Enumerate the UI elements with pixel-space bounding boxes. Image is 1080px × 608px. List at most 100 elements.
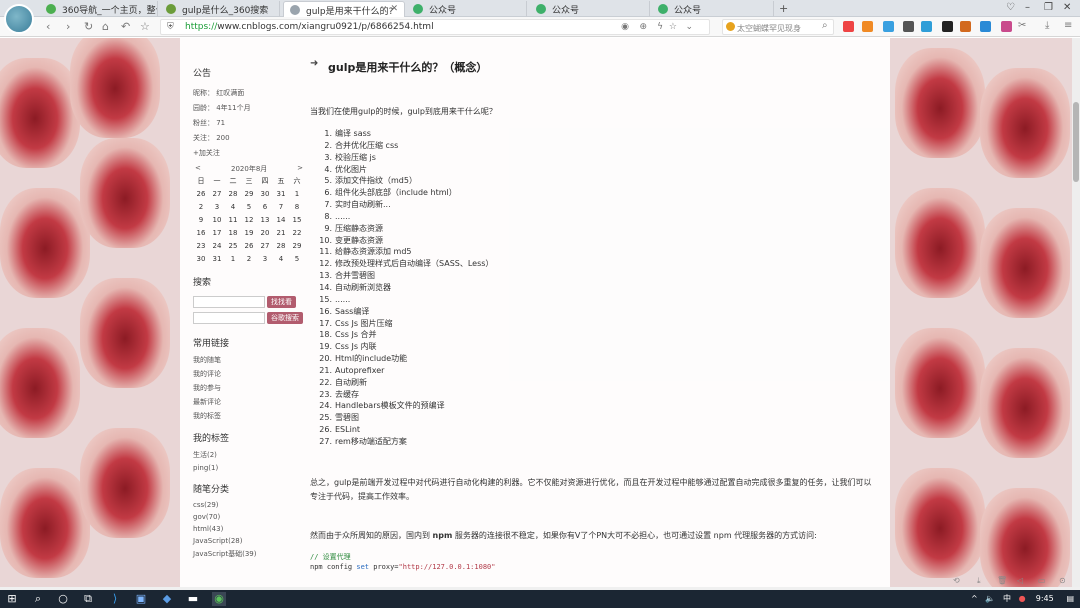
search-icon[interactable]: ⌕ [822, 20, 828, 31]
category-link[interactable]: JavaScript(28) [193, 537, 308, 545]
tag-link[interactable]: ping(1) [193, 464, 308, 472]
calendar-day[interactable]: 16 [193, 226, 209, 239]
tab-360-search[interactable]: gulp是什么_360搜索 [160, 1, 280, 17]
calendar-day[interactable]: 31 [273, 187, 289, 200]
menu-icon[interactable]: ≡ [1064, 20, 1072, 31]
category-link[interactable]: JavaScript基础(39) [193, 549, 308, 559]
calendar-day[interactable]: 20 [257, 226, 273, 239]
browser-taskbar-icon[interactable]: ◉ [212, 592, 226, 606]
category-link[interactable]: css(29) [193, 501, 308, 509]
status-window-icon[interactable]: ▭ [1038, 576, 1046, 585]
profile-fans[interactable]: 粉丝： 71 [193, 118, 308, 128]
sidebar-link[interactable]: 我的随笔 [193, 355, 308, 365]
calendar-day[interactable]: 2 [241, 252, 257, 265]
refresh-button[interactable]: ↻ [84, 20, 93, 33]
extension-icon[interactable] [921, 21, 932, 32]
calendar-day[interactable]: 28 [273, 239, 289, 252]
calendar-day[interactable]: 3 [209, 200, 225, 213]
calendar-day[interactable]: 27 [209, 187, 225, 200]
fox-icon[interactable] [960, 21, 971, 32]
calendar-day[interactable]: 19 [241, 226, 257, 239]
find-button[interactable]: 找找看 [267, 296, 296, 308]
minimize-button[interactable]: – [1025, 2, 1030, 13]
status-trash-icon[interactable]: 🗑 [997, 576, 1007, 585]
tab-wechat-3[interactable]: 公众号 [652, 1, 774, 17]
status-zoom-icon[interactable]: ⊙ [1059, 576, 1066, 585]
undo-close-button[interactable]: ↶ [121, 20, 130, 33]
restore-button[interactable]: ❐ [1044, 2, 1053, 13]
lightning-icon[interactable]: ϟ [657, 22, 663, 32]
screenshot-icon[interactable] [903, 21, 914, 32]
calendar-prev-button[interactable]: < [195, 164, 201, 172]
note-icon[interactable] [1001, 21, 1012, 32]
calendar-day[interactable]: 18 [225, 226, 241, 239]
page-scrollbar[interactable] [1072, 38, 1080, 587]
sidebar-link[interactable]: 最新评论 [193, 397, 308, 407]
status-sound-icon[interactable]: ◁ [1017, 576, 1023, 585]
calendar-day[interactable]: 30 [193, 252, 209, 265]
translate-icon[interactable] [883, 21, 894, 32]
notification-icon[interactable]: ▤ [1066, 594, 1074, 603]
forward-button[interactable]: › [66, 20, 70, 33]
calendar-day[interactable]: 27 [257, 239, 273, 252]
clock[interactable]: 9:45 [1036, 594, 1054, 603]
scrollbar-thumb[interactable] [1073, 102, 1079, 182]
site-search-input[interactable] [193, 296, 265, 308]
search-box[interactable]: 太空蝴蝶罕见现身 [722, 19, 834, 35]
calendar-day[interactable]: 17 [209, 226, 225, 239]
calendar-day[interactable]: 12 [241, 213, 257, 226]
browser-logo-icon[interactable] [4, 4, 34, 34]
address-bar[interactable]: ⛨ https://www.cnblogs.com/xiangru0921/p/… [160, 19, 710, 35]
calendar-day[interactable]: 24 [209, 239, 225, 252]
calendar-next-button[interactable]: > [297, 164, 303, 172]
calendar-day[interactable]: 30 [257, 187, 273, 200]
status-share-icon[interactable]: ⟲ [953, 576, 960, 585]
profile-follow[interactable]: 关注： 200 [193, 133, 308, 143]
calendar-day[interactable]: 15 [289, 213, 305, 226]
tab-gulp-article[interactable]: gulp是用来干什么的? ✕ [283, 1, 405, 17]
calendar-day[interactable]: 22 [289, 226, 305, 239]
terminal-icon[interactable]: ▬ [186, 592, 200, 606]
vscode-icon[interactable]: ⟩ [108, 592, 122, 606]
calendar-day[interactable]: 13 [257, 213, 273, 226]
calendar-day[interactable]: 4 [225, 200, 241, 213]
cloud-icon[interactable] [980, 21, 991, 32]
article-title[interactable]: gulp是用来干什么的？（概念） [328, 59, 487, 75]
sidebar-link[interactable]: 我的参与 [193, 383, 308, 393]
calendar-day[interactable]: 10 [209, 213, 225, 226]
calendar-day[interactable]: 29 [289, 239, 305, 252]
app-icon[interactable]: ▣ [134, 592, 148, 606]
back-button[interactable]: ‹ [46, 20, 50, 33]
app-grid-icon[interactable] [843, 21, 854, 32]
messenger-icon[interactable]: ◆ [160, 592, 174, 606]
zoom-icon[interactable]: ⊕ [639, 22, 647, 32]
calendar-day[interactable]: 26 [193, 187, 209, 200]
close-tab-icon[interactable]: ✕ [390, 4, 398, 14]
site-info-icon[interactable]: ◉ [621, 22, 629, 32]
calendar-day[interactable]: 3 [257, 252, 273, 265]
bookmark-star-icon[interactable]: ☆ [669, 22, 677, 32]
google-search-button[interactable]: 谷歌搜索 [267, 312, 303, 324]
favorite-star-icon[interactable]: ☆ [140, 20, 150, 33]
dropdown-icon[interactable]: ⌄ [685, 22, 693, 32]
calendar-day[interactable]: 9 [193, 213, 209, 226]
game-icon[interactable] [862, 21, 873, 32]
taskbar-search-icon[interactable]: ⌕ [31, 592, 45, 606]
task-view-icon[interactable]: ⧉ [81, 592, 95, 606]
status-download-icon[interactable]: ⤓ [977, 576, 981, 586]
windows-start-icon[interactable]: ⊞ [5, 592, 19, 606]
home-button[interactable]: ⌂ [102, 20, 109, 33]
new-tab-button[interactable]: + [779, 2, 788, 15]
calendar-day[interactable]: 11 [225, 213, 241, 226]
tab-360-nav[interactable]: 360导航_一个主页，整个 [40, 1, 158, 17]
calendar-day[interactable]: 26 [241, 239, 257, 252]
calendar-day[interactable]: 7 [273, 200, 289, 213]
calendar-day[interactable]: 23 [193, 239, 209, 252]
tag-link[interactable]: 生活(2) [193, 450, 308, 460]
category-link[interactable]: html(43) [193, 525, 308, 533]
calendar-day[interactable]: 8 [289, 200, 305, 213]
sidebar-link[interactable]: 我的评论 [193, 369, 308, 379]
google-search-input[interactable] [193, 312, 265, 324]
category-link[interactable]: gov(70) [193, 513, 308, 521]
wallet-icon[interactable] [942, 21, 953, 32]
